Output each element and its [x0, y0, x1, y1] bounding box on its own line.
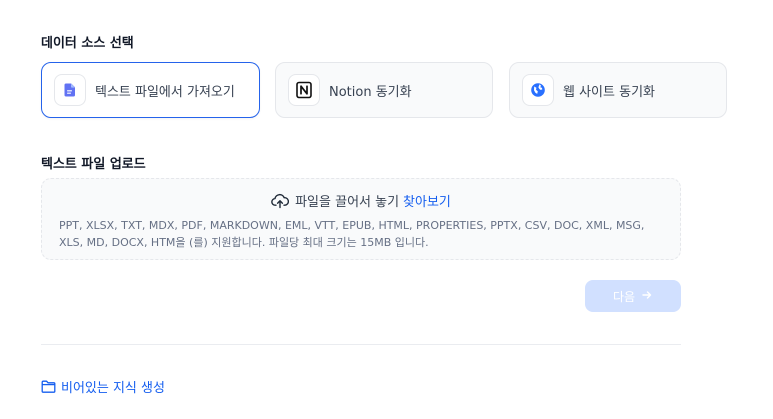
browse-link[interactable]: 찾아보기 — [403, 191, 451, 210]
create-dataset-page: 데이터 소스 선택 텍스트 파일에서 가져오기 Notion 동기화 웹 사이트… — [0, 0, 773, 419]
source-option-label: 웹 사이트 동기화 — [563, 84, 655, 100]
source-option-website[interactable]: 웹 사이트 동기화 — [509, 62, 727, 118]
cloud-upload-icon — [271, 193, 290, 208]
source-option-label: 텍스트 파일에서 가져오기 — [95, 84, 235, 100]
source-option-label: Notion 동기화 — [329, 84, 412, 100]
next-button[interactable]: 다음 — [585, 280, 681, 312]
file-dropzone[interactable]: 파일을 끌어서 놓기 찾아보기 PPT, XLSX, TXT, MDX, PDF… — [41, 178, 681, 260]
create-empty-knowledge-label: 비어있는 지식 생성 — [61, 381, 165, 396]
drop-instruction: 파일을 끌어서 놓기 찾아보기 — [42, 191, 680, 210]
source-option-notion[interactable]: Notion 동기화 — [275, 62, 493, 118]
create-empty-knowledge-link[interactable]: 비어있는 지식 생성 — [41, 377, 165, 396]
divider — [41, 344, 681, 345]
web-globe-icon — [531, 83, 545, 97]
drop-text: 파일을 끌어서 놓기 — [295, 195, 400, 210]
next-button-label: 다음 — [612, 289, 636, 304]
file-text-icon-box — [54, 74, 86, 106]
supported-formats-tip: PPT, XLSX, TXT, MDX, PDF, MARKDOWN, EML,… — [59, 219, 645, 249]
web-globe-icon-box — [522, 74, 554, 106]
data-source-title: 데이터 소스 선택 — [41, 36, 134, 51]
notion-icon-box — [288, 74, 320, 106]
source-option-text-file[interactable]: 텍스트 파일에서 가져오기 — [41, 62, 260, 118]
arrow-right-icon — [641, 289, 653, 304]
upload-section-title: 텍스트 파일 업로드 — [41, 157, 146, 172]
notion-icon — [296, 81, 312, 99]
file-text-icon — [64, 83, 75, 97]
folder-icon — [41, 380, 56, 393]
